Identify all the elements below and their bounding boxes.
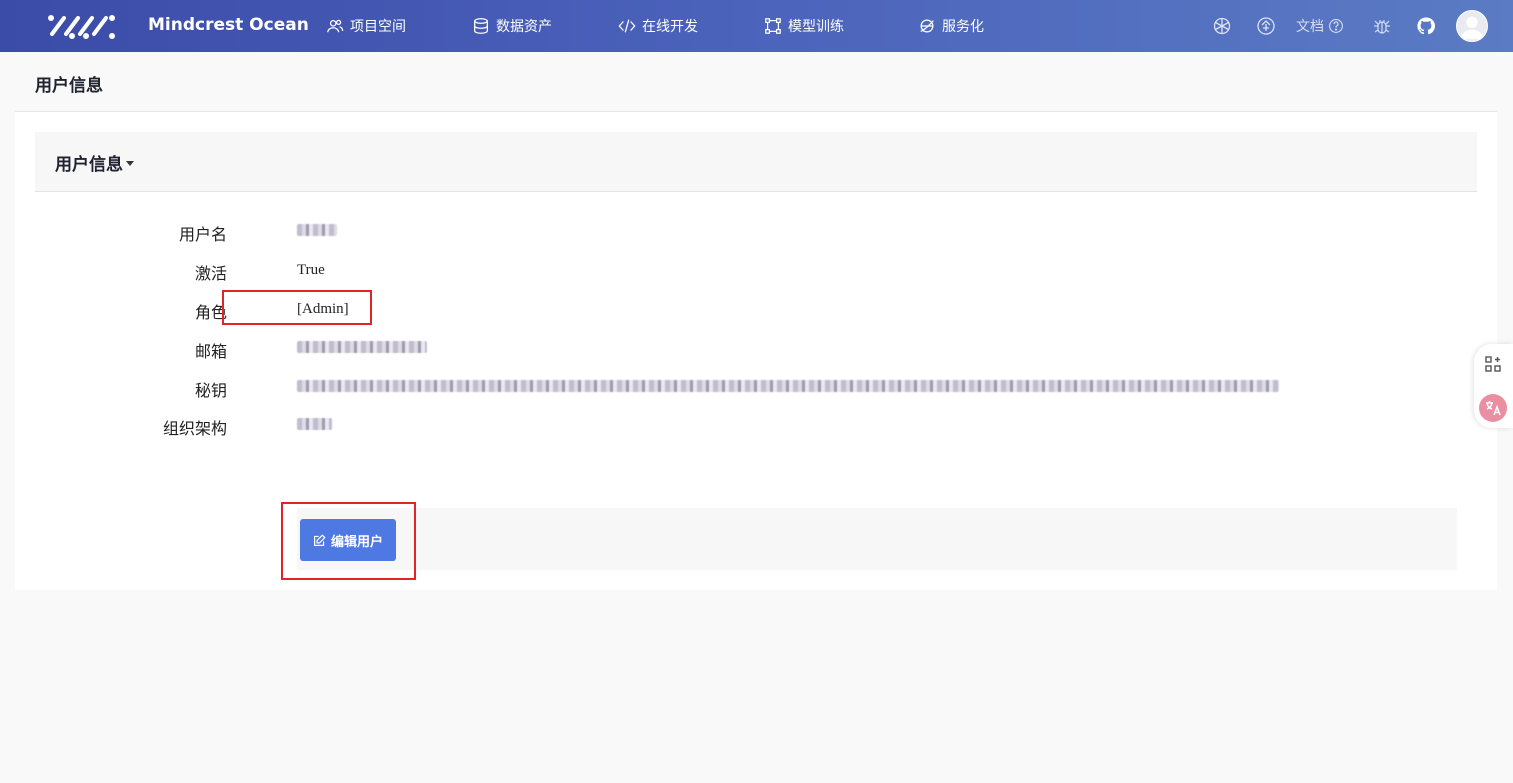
field-label: 角色 xyxy=(194,303,227,322)
field-value: [Admin] xyxy=(297,301,349,317)
field-label: 邮箱 xyxy=(194,342,227,361)
field-label: 组织架构 xyxy=(162,419,227,438)
field-row-active: 激活 True xyxy=(15,257,1455,283)
enterprise-icon[interactable] xyxy=(1255,15,1277,37)
panel-heading: 用户信息 xyxy=(35,132,1477,192)
caret-down-icon xyxy=(126,161,134,166)
field-row-email: 邮箱 xyxy=(15,335,1455,361)
nav-item-projects[interactable]: 项目空间 xyxy=(326,15,406,37)
field-value: True xyxy=(297,262,325,278)
field-row-username: 用户名 xyxy=(15,218,1455,244)
docs-label: 文档 xyxy=(1296,19,1324,35)
bug-icon[interactable] xyxy=(1371,15,1393,37)
form-actions-bar xyxy=(297,508,1457,570)
logo-icon[interactable] xyxy=(46,10,118,42)
field-label: 激活 xyxy=(194,264,227,283)
avatar[interactable] xyxy=(1456,10,1488,42)
nav-item-label: 数据资产 xyxy=(496,19,552,35)
redacted-value xyxy=(297,224,337,236)
help-circle-icon xyxy=(1329,19,1343,33)
user-avatar-icon xyxy=(1460,16,1484,40)
nav-item-model-training[interactable]: 模型训练 xyxy=(764,15,844,37)
field-label: 秘钥 xyxy=(194,381,227,400)
nav-item-serving[interactable]: 服务化 xyxy=(918,15,984,37)
nav-item-label: 在线开发 xyxy=(642,19,698,35)
field-row-role: 角色 [Admin] xyxy=(15,296,1455,322)
ie-globe-icon xyxy=(920,19,934,33)
page-header: 用户信息 xyxy=(15,52,1497,112)
panel-title-dropdown[interactable]: 用户信息 xyxy=(55,150,134,175)
nav-item-label: 项目空间 xyxy=(350,19,406,35)
floating-side-toolbar xyxy=(1474,344,1513,428)
nav-item-label: 服务化 xyxy=(942,19,984,35)
redacted-value xyxy=(297,380,1279,392)
redacted-value xyxy=(297,418,332,430)
top-navbar: Mindcrest Ocean 项目空间 数据资产 在线开发 模型训练 服务化 … xyxy=(0,0,1513,52)
openai-icon[interactable] xyxy=(1211,15,1233,37)
grid-add-icon[interactable] xyxy=(1479,350,1507,378)
nav-item-online-dev[interactable]: 在线开发 xyxy=(618,15,698,37)
nav-item-data-assets[interactable]: 数据资产 xyxy=(472,15,552,37)
translate-icon[interactable] xyxy=(1479,394,1507,422)
docs-link[interactable]: 文档 xyxy=(1296,15,1344,37)
field-row-secret-key: 秘钥 xyxy=(15,374,1455,400)
edit-user-button[interactable]: 编辑用户 xyxy=(300,519,396,561)
users-icon xyxy=(327,19,344,33)
github-icon[interactable] xyxy=(1415,15,1437,37)
edit-user-label: 编辑用户 xyxy=(330,534,383,550)
field-row-organization: 组织架构 xyxy=(15,412,1455,438)
redacted-value xyxy=(297,341,427,353)
brand-name[interactable]: Mindcrest Ocean xyxy=(148,15,309,35)
panel-title-text: 用户信息 xyxy=(55,155,123,175)
field-label: 用户名 xyxy=(178,225,227,244)
page-title: 用户信息 xyxy=(35,76,103,96)
model-icon xyxy=(765,18,781,34)
nav-item-label: 模型训练 xyxy=(788,19,844,35)
database-icon xyxy=(474,18,488,34)
code-icon xyxy=(618,19,636,33)
edit-icon xyxy=(314,533,326,546)
user-info-card: 用户信息 用户名 激活 True 角色 [Admin] 邮箱 秘钥 组织架构 编… xyxy=(15,112,1497,590)
